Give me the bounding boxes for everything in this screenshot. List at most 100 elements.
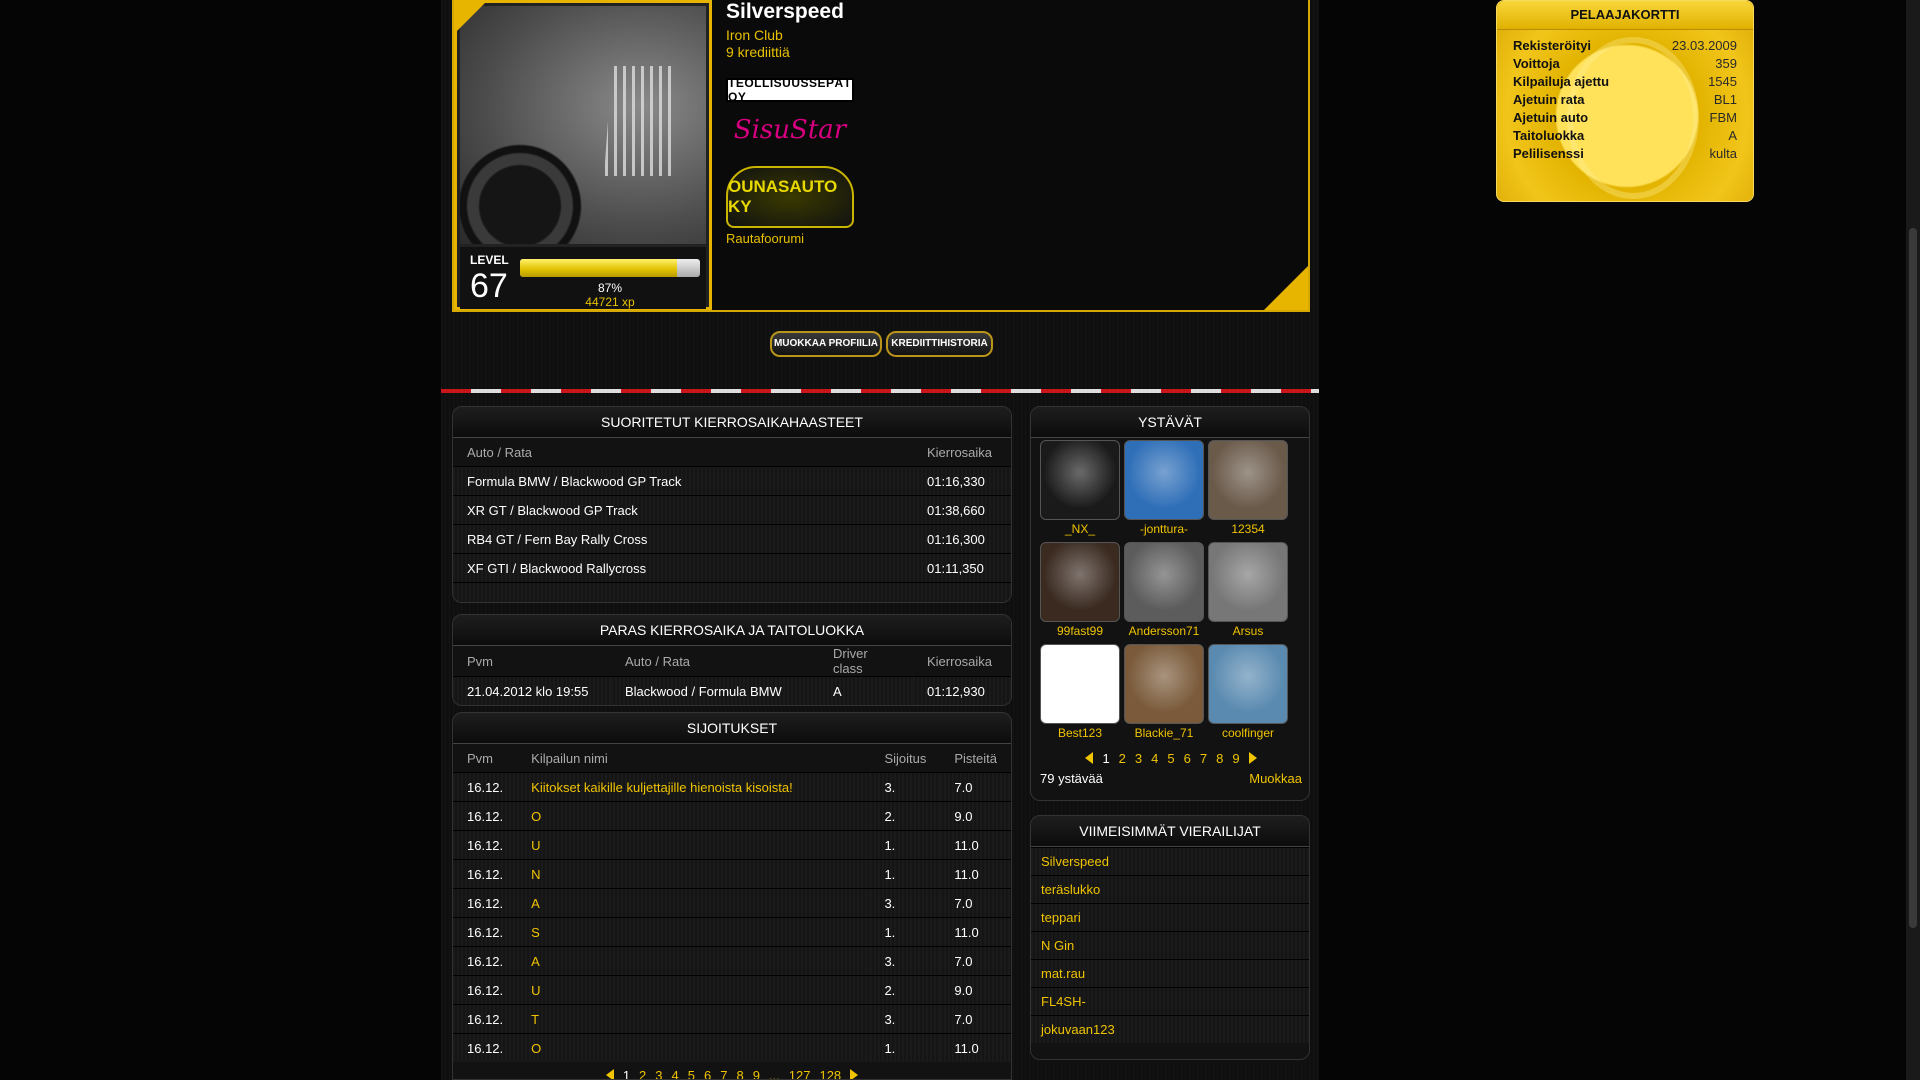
friend-name-link[interactable]: Blackie_71 — [1124, 724, 1204, 742]
profile-photo[interactable] — [460, 6, 706, 244]
page-link[interactable]: 3 — [1135, 751, 1142, 766]
race-link[interactable]: A — [517, 946, 871, 976]
page-current[interactable]: 1 — [623, 1068, 630, 1080]
visitor-link[interactable]: jokuvaan123 — [1031, 1015, 1309, 1043]
table-row-empty — [453, 582, 1011, 602]
friend-name-link[interactable]: Andersson71 — [1124, 622, 1204, 640]
col-header-position: Sijoitus — [884, 750, 927, 766]
friend-item[interactable]: -jonttura- — [1124, 440, 1204, 538]
cell-position: 1. — [870, 1033, 941, 1062]
visitor-link[interactable]: mat.rau — [1031, 959, 1309, 987]
friend-avatar[interactable] — [1040, 440, 1120, 520]
friend-avatar[interactable] — [1124, 440, 1204, 520]
friend-item[interactable]: Arsus — [1208, 542, 1288, 640]
username: Silverspeed — [726, 0, 844, 23]
race-link[interactable]: Kiitokset kaikille kuljettajille hienois… — [517, 772, 871, 802]
friend-item[interactable]: Blackie_71 — [1124, 644, 1204, 742]
prev-page-icon[interactable] — [1085, 752, 1094, 764]
race-link[interactable]: O — [517, 1033, 871, 1062]
friend-name-link[interactable]: Arsus — [1208, 622, 1288, 640]
player-card: PELAAJAKORTTI Rekisteröityi 23.03.2009 Voi… — [1496, 0, 1754, 202]
club-link[interactable]: Iron Club — [726, 27, 783, 43]
friend-item[interactable]: coolfinger — [1208, 644, 1288, 742]
cell-laptime: 01:11,350 — [913, 553, 1011, 583]
visitor-link[interactable]: FL4SH- — [1031, 987, 1309, 1015]
page-link[interactable]: 7 — [1200, 751, 1207, 766]
scrollbar[interactable] — [1906, 0, 1920, 1080]
friend-avatar[interactable] — [1040, 542, 1120, 622]
page-link[interactable]: 2 — [639, 1068, 646, 1080]
friend-avatar[interactable] — [1124, 644, 1204, 724]
page-link[interactable]: 127 — [789, 1068, 811, 1080]
friend-item[interactable]: Andersson71 — [1124, 542, 1204, 640]
race-link[interactable]: N — [517, 859, 871, 889]
friend-name-link[interactable]: Best123 — [1040, 724, 1120, 742]
friend-avatar[interactable] — [1208, 440, 1288, 520]
cell-points: 7.0 — [940, 888, 1011, 918]
sponsor-logo-teollisuussepat[interactable]: TEOLLISUUSSEPÄT OY — [726, 76, 854, 104]
page-link[interactable]: 128 — [819, 1068, 841, 1080]
friend-avatar[interactable] — [1208, 644, 1288, 724]
table-row: 16.12. A 3. 7.0 — [453, 946, 1011, 976]
race-link[interactable]: T — [517, 1004, 871, 1034]
sponsor-logo-ounasauto[interactable]: OUNASAUTO KY — [726, 166, 854, 228]
race-link[interactable]: A — [517, 888, 871, 918]
friend-avatar[interactable] — [1124, 542, 1204, 622]
friend-item[interactable]: 99fast99 — [1040, 542, 1120, 640]
cell-date: 21.04.2012 klo 19:55 — [453, 676, 611, 705]
page-link[interactable]: 8 — [736, 1068, 743, 1080]
page-link[interactable]: 5 — [688, 1068, 695, 1080]
credit-history-button[interactable]: KREDIITTIHISTORIA — [886, 331, 993, 357]
next-page-icon[interactable] — [1248, 752, 1257, 764]
page-link[interactable]: 6 — [1184, 751, 1191, 766]
visitors-list: Silverspeed teräslukko teppari N Gin mat.rau… — [1031, 847, 1309, 1043]
sponsor-logo-sisustar[interactable]: SisuStar — [726, 104, 854, 156]
visitor-link[interactable]: N Gin — [1031, 931, 1309, 959]
table-row: Formula BMW / Blackwood GP Track 01:16,33… — [453, 466, 1011, 496]
race-link[interactable]: U — [517, 975, 871, 1005]
table-row: 16.12. O 2. 9.0 — [453, 801, 1011, 831]
friend-item[interactable]: Best123 — [1040, 644, 1120, 742]
visitor-link[interactable]: teppari — [1031, 903, 1309, 931]
page-link[interactable]: 3 — [655, 1068, 662, 1080]
visitor-link[interactable]: Silverspeed — [1031, 847, 1309, 875]
friend-name-link[interactable]: 99fast99 — [1040, 622, 1120, 640]
cell-position: 1. — [870, 917, 941, 947]
page-link[interactable]: 8 — [1216, 751, 1223, 766]
friend-name-link[interactable]: -jonttura- — [1124, 520, 1204, 538]
edit-friends-link[interactable]: Muokkaa — [1249, 771, 1302, 786]
lap-challenges-panel: SUORITETUT KIERROSAIKAHAASTEET Auto / Ra… — [452, 406, 1012, 603]
race-link[interactable]: S — [517, 917, 871, 947]
friend-item[interactable]: 12354 — [1208, 440, 1288, 538]
page-link[interactable]: 4 — [1151, 751, 1158, 766]
edit-profile-button[interactable]: MUOKKAA PROFIILIA — [770, 331, 882, 357]
next-page-icon[interactable] — [850, 1069, 859, 1079]
prev-page-icon[interactable] — [605, 1069, 614, 1079]
page-link[interactable]: 9 — [753, 1068, 760, 1080]
page-link[interactable]: 6 — [704, 1068, 711, 1080]
page-link[interactable]: 7 — [720, 1068, 727, 1080]
friend-name-link[interactable]: 12354 — [1208, 520, 1288, 538]
friend-name-link[interactable]: _NX_ — [1040, 520, 1120, 538]
friend-avatar[interactable] — [1040, 644, 1120, 724]
scrollbar-thumb[interactable] — [1909, 228, 1917, 928]
divider-stripe — [441, 389, 1319, 393]
page-link[interactable]: 2 — [1119, 751, 1126, 766]
race-link[interactable]: O — [517, 801, 871, 831]
visitor-link[interactable]: teräslukko — [1031, 875, 1309, 903]
friend-avatar[interactable] — [1208, 542, 1288, 622]
cell-points: 9.0 — [940, 801, 1011, 831]
page-link[interactable]: 9 — [1232, 751, 1239, 766]
friend-item[interactable]: _NX_ — [1040, 440, 1120, 538]
friend-name-link[interactable]: coolfinger — [1208, 724, 1288, 742]
page-link[interactable]: 5 — [1167, 751, 1174, 766]
cell-car-track: XF GTI / Blackwood Rallycross — [453, 553, 913, 583]
friends-footer: 79 ystävää Muokkaa — [1040, 771, 1302, 786]
cell-laptime: 01:16,300 — [913, 524, 1011, 554]
stat-value: FBM — [1709, 110, 1737, 125]
page-current[interactable]: 1 — [1102, 751, 1109, 766]
forum-link[interactable]: Rautafoorumi — [726, 231, 804, 246]
page-link[interactable]: 4 — [672, 1068, 679, 1080]
cell-car-track: Formula BMW / Blackwood GP Track — [453, 466, 913, 496]
race-link[interactable]: U — [517, 830, 871, 860]
